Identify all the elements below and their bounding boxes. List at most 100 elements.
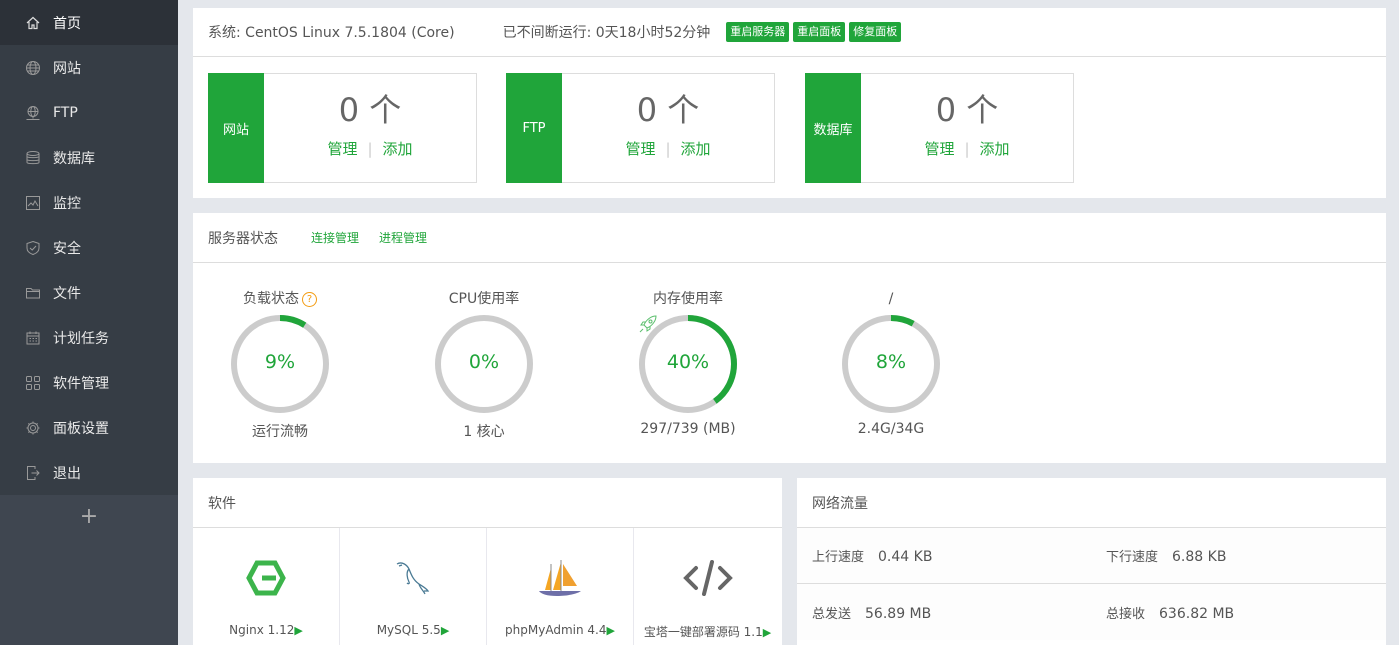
stat-box-ftp: FTP 0 个 管理 | 添加 bbox=[506, 73, 775, 183]
sidebar-item-label: 软件管理 bbox=[53, 375, 109, 392]
stat-box-database: 数据库 0 个 管理 | 添加 bbox=[805, 73, 1074, 183]
sidebar-menu: 首页 网站 FTP 数据库 监控 安全 文件 计划任务 软件管理 面板设置 退出 bbox=[0, 0, 178, 495]
software-item-deploy[interactable]: 宝塔一键部署源码 1.1▶ bbox=[634, 528, 781, 645]
restart-panel-button[interactable]: 重启面板 bbox=[793, 22, 846, 42]
sidebar-item-settings[interactable]: 面板设置 bbox=[0, 405, 178, 450]
gauge-ring: 8% bbox=[840, 313, 942, 415]
folder-icon bbox=[25, 285, 41, 301]
sidebar-item-home[interactable]: 首页 bbox=[0, 0, 178, 45]
play-icon[interactable]: ▶ bbox=[606, 624, 614, 637]
sidebar-item-monitor[interactable]: 监控 bbox=[0, 180, 178, 225]
connection-manage-link[interactable]: 连接管理 bbox=[311, 229, 359, 246]
manage-link[interactable]: 管理 bbox=[924, 140, 954, 158]
sidebar: 首页 网站 FTP 数据库 监控 安全 文件 计划任务 软件管理 面板设置 退出… bbox=[0, 0, 178, 645]
network-row-total: 总发送 56.89 MB 总接收 636.82 MB bbox=[797, 584, 1386, 640]
add-menu-button[interactable]: + bbox=[0, 495, 178, 537]
add-link[interactable]: 添加 bbox=[383, 140, 413, 158]
sidebar-item-ftp[interactable]: FTP bbox=[0, 90, 178, 135]
gauge-title: 负载状态 bbox=[243, 291, 299, 307]
stat-label: 数据库 bbox=[805, 73, 861, 183]
sidebar-item-label: FTP bbox=[53, 104, 78, 121]
software-name: Nginx 1.12 bbox=[229, 623, 295, 637]
software-card: 软件 Nginx 1.12▶ MySQL 5.5▶ phpMyAdmin 4.4… bbox=[193, 478, 782, 645]
separator: | bbox=[367, 140, 373, 158]
help-icon[interactable]: ? bbox=[302, 291, 317, 307]
rocket-icon[interactable] bbox=[637, 313, 659, 335]
sidebar-item-website[interactable]: 网站 bbox=[0, 45, 178, 90]
sidebar-item-database[interactable]: 数据库 bbox=[0, 135, 178, 180]
gauge-footer: 2.4G/34G bbox=[857, 421, 925, 437]
gauge-footer: 297/739 (MB) bbox=[640, 421, 736, 437]
stat-label: 网站 bbox=[208, 73, 264, 183]
gear-icon bbox=[25, 420, 41, 436]
uptime: 已不间断运行: 0天18小时52分钟 bbox=[502, 25, 711, 41]
metric-label: 总发送 bbox=[812, 606, 852, 622]
gauge-ring: 40% bbox=[637, 313, 739, 415]
server-status-card: 服务器状态 连接管理 进程管理 负载状态? 9% 运行流畅 CPU使用率 0% … bbox=[193, 213, 1386, 463]
metric-value: 0.44 KB bbox=[878, 549, 933, 565]
gauge-value: 0% bbox=[468, 351, 500, 373]
metric-value: 56.89 MB bbox=[865, 605, 932, 622]
software-grid: Nginx 1.12▶ MySQL 5.5▶ phpMyAdmin 4.4▶ 宝… bbox=[193, 528, 782, 645]
database-icon bbox=[25, 150, 41, 166]
software-name: 宝塔一键部署源码 1.1 bbox=[643, 625, 763, 639]
manage-link[interactable]: 管理 bbox=[625, 140, 655, 158]
software-name: phpMyAdmin 4.4 bbox=[505, 623, 607, 637]
mysql-logo bbox=[396, 562, 430, 595]
phpmyadmin-logo bbox=[539, 560, 581, 596]
gauge-memory[interactable]: 内存使用率 40% 297/739 (MB) bbox=[628, 289, 748, 437]
metric-label: 下行速度 bbox=[1106, 550, 1159, 565]
metric-label: 总接收 bbox=[1106, 606, 1146, 622]
software-item-nginx[interactable]: Nginx 1.12▶ bbox=[193, 528, 340, 645]
network-header: 网络流量 bbox=[797, 478, 1386, 528]
gauge-ring: 0% bbox=[433, 313, 535, 415]
sidebar-item-files[interactable]: 文件 bbox=[0, 270, 178, 315]
overview-card: 系统: CentOS Linux 7.5.1804 (Core) 已不间断运行:… bbox=[193, 8, 1386, 198]
system-info-bar: 系统: CentOS Linux 7.5.1804 (Core) 已不间断运行:… bbox=[193, 8, 1386, 57]
gauge-value: 8% bbox=[875, 351, 907, 373]
upload-speed: 上行速度 0.44 KB bbox=[797, 546, 1091, 565]
gauge-title: / bbox=[888, 291, 894, 307]
gauge-cpu[interactable]: CPU使用率 0% 1 核心 bbox=[424, 289, 544, 441]
play-icon[interactable]: ▶ bbox=[441, 624, 449, 637]
sidebar-item-label: 退出 bbox=[53, 465, 81, 482]
process-manage-link[interactable]: 进程管理 bbox=[379, 229, 427, 246]
calendar-icon bbox=[25, 330, 41, 346]
sidebar-item-cron[interactable]: 计划任务 bbox=[0, 315, 178, 360]
sidebar-item-security[interactable]: 安全 bbox=[0, 225, 178, 270]
manage-link[interactable]: 管理 bbox=[327, 140, 357, 158]
gauge-title: 内存使用率 bbox=[653, 291, 723, 307]
add-link[interactable]: 添加 bbox=[681, 140, 711, 158]
software-name: MySQL 5.5 bbox=[376, 623, 441, 637]
sidebar-item-logout[interactable]: 退出 bbox=[0, 450, 178, 495]
system-os: 系统: CentOS Linux 7.5.1804 (Core) bbox=[208, 25, 455, 41]
download-speed: 下行速度 6.88 KB bbox=[1091, 546, 1385, 565]
metric-label: 上行速度 bbox=[812, 550, 865, 565]
globe-icon bbox=[25, 60, 41, 76]
software-item-mysql[interactable]: MySQL 5.5▶ bbox=[340, 528, 487, 645]
play-icon[interactable]: ▶ bbox=[763, 626, 771, 639]
gauge-disk[interactable]: / 8% 2.4G/34G bbox=[831, 289, 951, 437]
software-item-phpmyadmin[interactable]: phpMyAdmin 4.4▶ bbox=[487, 528, 634, 645]
total-sent: 总发送 56.89 MB bbox=[797, 603, 1091, 622]
gauge-load[interactable]: 负载状态? 9% 运行流畅 bbox=[220, 289, 340, 441]
apps-icon bbox=[25, 375, 41, 391]
sidebar-item-label: 监控 bbox=[53, 195, 81, 212]
add-link[interactable]: 添加 bbox=[980, 140, 1010, 158]
sidebar-item-software[interactable]: 软件管理 bbox=[0, 360, 178, 405]
software-header: 软件 bbox=[193, 478, 782, 528]
stat-box-website: 网站 0 个 管理 | 添加 bbox=[208, 73, 477, 183]
gauge-title: CPU使用率 bbox=[448, 291, 520, 307]
gauge-value: 40% bbox=[666, 351, 710, 373]
stat-count: 0 个 bbox=[935, 91, 999, 129]
metric-value: 636.82 MB bbox=[1159, 605, 1235, 622]
restart-server-button[interactable]: 重启服务器 bbox=[726, 22, 790, 42]
play-icon[interactable]: ▶ bbox=[294, 624, 302, 637]
server-status-header: 服务器状态 连接管理 进程管理 bbox=[193, 213, 1386, 263]
repair-panel-button[interactable]: 修复面板 bbox=[849, 22, 902, 42]
shield-icon bbox=[25, 240, 41, 256]
card-title: 软件 bbox=[208, 495, 236, 512]
metric-value: 6.88 KB bbox=[1172, 549, 1227, 565]
sidebar-item-label: 面板设置 bbox=[53, 420, 109, 437]
separator: | bbox=[964, 140, 970, 158]
